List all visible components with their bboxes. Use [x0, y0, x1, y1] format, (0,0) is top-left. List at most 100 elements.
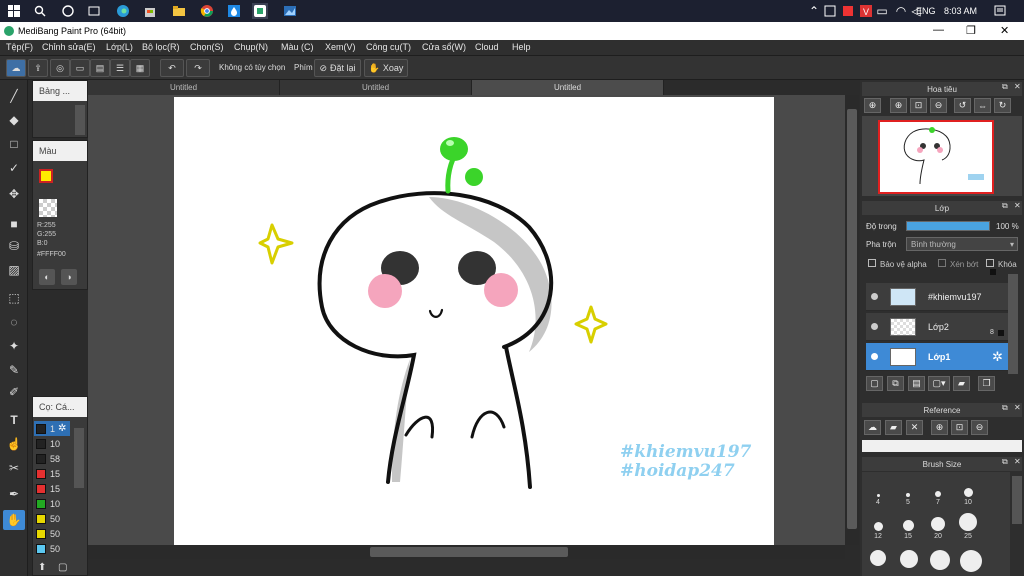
- select-eraser-icon[interactable]: ✐: [3, 382, 25, 402]
- blend-mode-select[interactable]: Bình thường ▾: [906, 237, 1018, 251]
- menu-cloud[interactable]: Cloud: [475, 42, 499, 52]
- brush-list-item[interactable]: 15: [34, 481, 70, 496]
- menu-file[interactable]: Tệp(F): [6, 42, 33, 52]
- select-pen-icon[interactable]: ✎: [3, 360, 25, 380]
- text-tool-icon[interactable]: T: [3, 410, 25, 430]
- brush-list-item[interactable]: 50: [34, 526, 70, 541]
- language-indicator[interactable]: ENG: [916, 6, 936, 16]
- layers-scrollbar[interactable]: [1008, 274, 1018, 374]
- reference-close-file-icon[interactable]: ✕: [906, 420, 923, 435]
- eyedropper-icon[interactable]: ✒: [3, 484, 25, 504]
- move-tool-icon[interactable]: ✥: [3, 184, 25, 204]
- merge-layer-icon[interactable]: ▤: [908, 376, 925, 391]
- layer-settings-gear-icon[interactable]: ✲: [992, 349, 1003, 365]
- clip-checkbox[interactable]: [938, 259, 946, 267]
- maximize-icon[interactable]: ❐: [966, 24, 976, 37]
- brush-list-item[interactable]: 10: [34, 496, 70, 511]
- zoom-out-icon[interactable]: ⊖: [930, 98, 947, 113]
- reference-zoom-in-icon[interactable]: ⊕: [931, 420, 948, 435]
- gradient-tool-icon[interactable]: ▨: [3, 260, 25, 280]
- copy-layer-icon[interactable]: ⧉: [887, 376, 904, 391]
- vertical-scrollbar[interactable]: [845, 95, 859, 545]
- fit-icon[interactable]: ⊡: [910, 98, 927, 113]
- reference-open-icon[interactable]: ▰: [885, 420, 902, 435]
- menu-capture[interactable]: Chụp(N): [234, 42, 268, 52]
- brush-settings-gear-icon[interactable]: ✲: [58, 423, 66, 434]
- wifi-icon[interactable]: ◠: [893, 3, 909, 19]
- eraser-tool-icon[interactable]: ◆: [3, 110, 25, 130]
- tab-untitled-2[interactable]: Untitled: [280, 80, 472, 95]
- add-brush-icon[interactable]: ⬆: [38, 562, 46, 573]
- add-layer-menu-icon[interactable]: ▢▾: [928, 376, 950, 391]
- protect-alpha-checkbox[interactable]: [868, 259, 876, 267]
- horizontal-scroll-thumb[interactable]: [370, 547, 568, 557]
- task-view-icon[interactable]: [86, 3, 102, 19]
- menu-window[interactable]: Cửa sổ(W): [422, 42, 466, 52]
- brush-size-option[interactable]: 4: [864, 478, 892, 506]
- document-icon[interactable]: ▤: [90, 59, 110, 77]
- layer-visibility-icon[interactable]: [871, 323, 878, 330]
- primary-color-swatch[interactable]: [39, 169, 53, 183]
- layers-pin-icon[interactable]: ⧉: [1002, 201, 1008, 211]
- menu-edit[interactable]: Chỉnh sửa(E): [42, 42, 96, 52]
- layer-row-selected[interactable]: Lớp1 ✲: [866, 343, 1008, 371]
- list-icon[interactable]: ☰: [110, 59, 130, 77]
- rotate-reset-icon[interactable]: ↻: [994, 98, 1011, 113]
- file-explorer-icon[interactable]: [171, 3, 187, 19]
- snap-option-label[interactable]: Không có tùy chọn: [219, 63, 285, 72]
- store-icon[interactable]: [142, 3, 158, 19]
- brush-size-scrollbar[interactable]: [1012, 476, 1022, 524]
- vertical-scroll-thumb[interactable]: [847, 109, 857, 529]
- navigator-close-icon[interactable]: ✕: [1014, 82, 1021, 91]
- layers-close-icon[interactable]: ✕: [1014, 201, 1021, 210]
- clock[interactable]: 8:03 AM: [944, 6, 977, 16]
- navigator-thumbnail[interactable]: [878, 120, 994, 194]
- blur-brush-icon[interactable]: ✓: [3, 158, 25, 178]
- reference-cloud-icon[interactable]: ☁: [864, 420, 881, 435]
- brush-size-option[interactable]: 20: [924, 512, 952, 540]
- layer-row[interactable]: #khiemvu197: [866, 283, 1008, 311]
- transparent-color-swatch[interactable]: [39, 199, 57, 217]
- navigator-pin-icon[interactable]: ⧉: [1002, 82, 1008, 92]
- photos-app-icon[interactable]: [282, 3, 298, 19]
- grid-icon[interactable]: ▦: [130, 59, 150, 77]
- reset-button[interactable]: ⊘ Đặt lại: [314, 59, 361, 77]
- folder-icon[interactable]: ▰: [953, 376, 970, 391]
- bucket-tool-icon[interactable]: ⛁: [3, 236, 25, 256]
- minimize-icon[interactable]: —: [933, 24, 944, 36]
- brush-tool-icon[interactable]: ╱: [3, 86, 25, 106]
- close-icon[interactable]: ✕: [1000, 24, 1009, 37]
- divide-tool-icon[interactable]: ✂: [3, 458, 25, 478]
- chat-icon[interactable]: ▭: [70, 59, 90, 77]
- tray-app-icon[interactable]: [822, 3, 838, 19]
- tray-shield-icon[interactable]: [840, 3, 856, 19]
- brush-list-item[interactable]: 15: [34, 466, 70, 481]
- color-picker-icon[interactable]: ◑: [61, 269, 77, 285]
- brush-size-option[interactable]: 25: [954, 512, 982, 540]
- reference-pin-icon[interactable]: ⧉: [1002, 403, 1008, 413]
- chevron-up-icon[interactable]: ⌃: [806, 3, 822, 19]
- brush-size-option[interactable]: 12: [864, 512, 892, 540]
- redo-icon[interactable]: ↷: [186, 59, 210, 77]
- layer-visibility-icon[interactable]: [871, 353, 878, 360]
- undo-icon[interactable]: ↶: [160, 59, 184, 77]
- medibang-taskbar-icon[interactable]: [252, 3, 268, 19]
- brush-size-option[interactable]: 10: [954, 478, 982, 506]
- menu-select[interactable]: Chọn(S): [190, 42, 224, 52]
- brush-size-option[interactable]: 7: [924, 478, 952, 506]
- brush-size-option[interactable]: 5: [894, 478, 922, 506]
- palette-icon[interactable]: ◐: [39, 269, 55, 285]
- share-icon[interactable]: ⇪: [28, 59, 48, 77]
- windows-start-icon[interactable]: [6, 3, 22, 19]
- rotate-left-icon[interactable]: ↺: [954, 98, 971, 113]
- menu-help[interactable]: Help: [512, 42, 531, 52]
- reference-fit-icon[interactable]: ⊡: [951, 420, 968, 435]
- menu-view[interactable]: Xem(V): [325, 42, 356, 52]
- tab-untitled-1[interactable]: Untitled: [88, 80, 280, 95]
- brush-panel-scrollbar[interactable]: [75, 105, 85, 135]
- reference-close-icon[interactable]: ✕: [1014, 403, 1021, 412]
- app-drop-icon[interactable]: [226, 3, 242, 19]
- zoom-in-2-icon[interactable]: ⊕: [890, 98, 907, 113]
- hand-tool-icon[interactable]: ✋: [3, 510, 25, 530]
- duplicate-icon[interactable]: ❐: [978, 376, 995, 391]
